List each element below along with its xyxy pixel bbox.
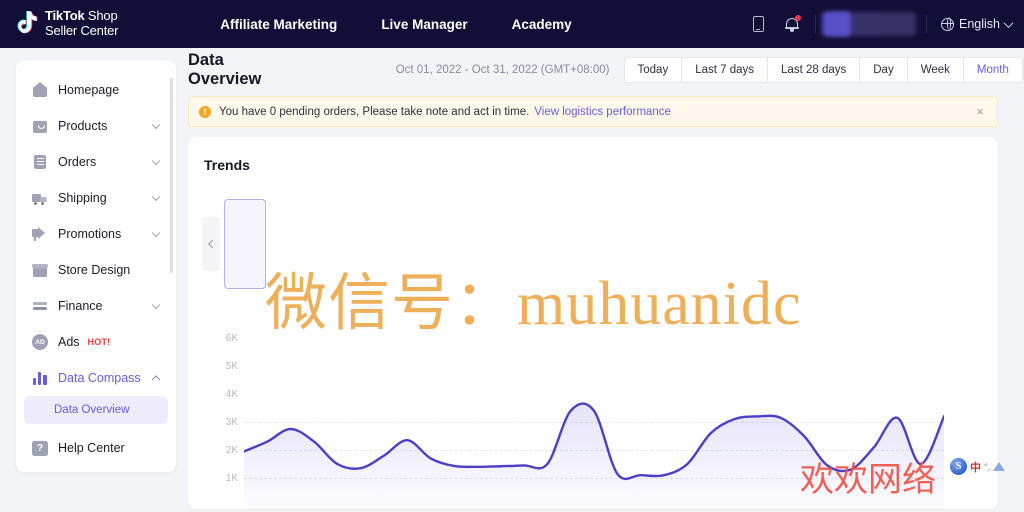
sidebar-item-orders[interactable]: Orders	[24, 144, 168, 180]
brand-name: TikTok	[45, 8, 85, 24]
page-title: Data Overview	[188, 51, 262, 88]
sidebar-item-label: Help Center	[58, 441, 125, 455]
chevron-down-icon	[151, 120, 161, 130]
period-button-month[interactable]: Month	[963, 58, 1023, 82]
banner-text: You have 0 pending orders, Please take n…	[219, 105, 530, 118]
page-header: Data Overview Oct 01, 2022 - Oct 31, 202…	[188, 48, 1024, 92]
brand-shop-word: Shop	[84, 8, 118, 24]
y-axis-tick: 1K	[225, 473, 238, 484]
period-button-day[interactable]: Day	[860, 58, 908, 82]
bar-chart-icon	[32, 370, 48, 386]
nav-link-affiliate-marketing[interactable]: Affiliate Marketing	[198, 11, 359, 38]
nav-divider	[815, 15, 816, 33]
nav-link-live-manager[interactable]: Live Manager	[359, 11, 489, 38]
trends-card-title: Trends	[204, 157, 250, 173]
date-range-label: Oct 01, 2022 - Oct 31, 2022 (GMT+08:00)	[395, 64, 610, 76]
tiktok-note-icon	[14, 10, 40, 38]
sidebar-item-label: Homepage	[58, 83, 120, 97]
mobile-app-icon[interactable]	[741, 0, 775, 48]
sidebar-item-help-center[interactable]: Help Center	[24, 430, 168, 466]
question-icon	[32, 440, 48, 456]
truck-icon	[32, 190, 48, 206]
period-button-last-28-days[interactable]: Last 28 days	[768, 58, 861, 82]
sidebar-subitem-data-overview[interactable]: Data Overview	[24, 396, 168, 424]
sidebar-item-finance[interactable]: Finance	[24, 288, 168, 324]
sidebar-item-products[interactable]: Products	[24, 108, 168, 144]
brand-logo[interactable]: TikTok Shop Seller Center	[14, 9, 118, 38]
sidebar-item-label: Products	[58, 119, 108, 133]
trends-chart: 6K 5K 4K 3K 2K 1K	[188, 322, 998, 509]
sidebar-item-promotions[interactable]: Promotions	[24, 216, 168, 252]
y-axis-tick: 5K	[225, 361, 238, 372]
notification-bell-icon[interactable]	[775, 0, 809, 48]
warning-icon	[199, 105, 211, 118]
home-icon	[32, 82, 48, 98]
period-button-today[interactable]: Today	[624, 58, 683, 82]
globe-icon	[940, 17, 954, 31]
sidebar-item-label: Data Compass	[58, 371, 141, 385]
close-icon[interactable]: ×	[973, 103, 987, 120]
sidebar-item-label: Orders	[58, 155, 97, 169]
sidebar-item-shipping[interactable]: Shipping	[24, 180, 168, 216]
ads-icon	[32, 334, 48, 350]
chevron-down-icon	[151, 300, 161, 310]
nav-right-cluster: English	[741, 0, 1024, 48]
nav-link-academy[interactable]: Academy	[490, 11, 594, 38]
sidebar-subitem-label: Data Overview	[54, 404, 130, 416]
sidebar-item-label: Shipping	[58, 191, 107, 205]
status-badge: HOT!	[87, 337, 111, 347]
metric-card-selected[interactable]	[224, 199, 266, 289]
card-icon	[32, 298, 48, 314]
sidebar-scrollbar[interactable]	[170, 78, 173, 273]
chevron-down-icon	[151, 192, 161, 202]
top-navigation-bar: TikTok Shop Seller Center Affiliate Mark…	[0, 0, 1024, 48]
storefront-icon	[32, 262, 48, 278]
chevron-down-icon	[1003, 17, 1014, 28]
period-selector: Today Last 7 days Last 28 days Day Week …	[623, 57, 1024, 83]
chart-plot-area	[244, 402, 944, 509]
y-axis-tick: 2K	[225, 445, 238, 456]
sidebar-item-label: Store Design	[58, 263, 131, 277]
y-axis-tick: 4K	[225, 389, 238, 400]
box-icon	[32, 118, 48, 134]
sidebar-item-homepage[interactable]: Homepage	[24, 72, 168, 108]
sidebar-item-store-design[interactable]: Store Design	[24, 252, 168, 288]
pending-orders-banner: You have 0 pending orders, Please take n…	[188, 96, 998, 127]
chevron-down-icon	[151, 228, 161, 238]
period-button-last-7-days[interactable]: Last 7 days	[682, 58, 769, 82]
megaphone-icon	[32, 226, 48, 242]
clipboard-icon	[32, 154, 48, 170]
sidebar-item-data-compass[interactable]: Data Compass	[24, 360, 168, 396]
sidebar-item-label: Ads	[58, 335, 80, 349]
chevron-down-icon	[151, 156, 161, 166]
sidebar-item-label: Finance	[58, 299, 103, 313]
main-content: Data Overview Oct 01, 2022 - Oct 31, 202…	[188, 48, 1024, 512]
unread-indicator-dot	[795, 14, 801, 21]
language-label: English	[959, 17, 1000, 31]
chevron-up-icon	[151, 375, 161, 384]
brand-subtitle: Seller Center	[45, 23, 119, 38]
sidebar-item-ads[interactable]: Ads HOT!	[24, 324, 168, 360]
view-logistics-performance-link[interactable]: View logistics performance	[534, 106, 671, 118]
nav-divider-2	[926, 15, 927, 33]
y-axis-tick: 3K	[225, 417, 238, 428]
avatar[interactable]	[822, 12, 920, 36]
trends-card: Trends 6K 5K 4K 3K 2K 1K	[188, 137, 998, 509]
primary-nav-links: Affiliate Marketing Live Manager Academy	[198, 11, 593, 38]
sidebar-item-label: Promotions	[58, 227, 122, 241]
language-selector[interactable]: English	[933, 17, 1014, 31]
carousel-prev-button[interactable]	[202, 217, 220, 271]
sidebar: Homepage Products Orders Shipping Promot…	[16, 60, 176, 472]
period-button-week[interactable]: Week	[907, 58, 964, 82]
y-axis-tick: 6K	[225, 333, 238, 344]
